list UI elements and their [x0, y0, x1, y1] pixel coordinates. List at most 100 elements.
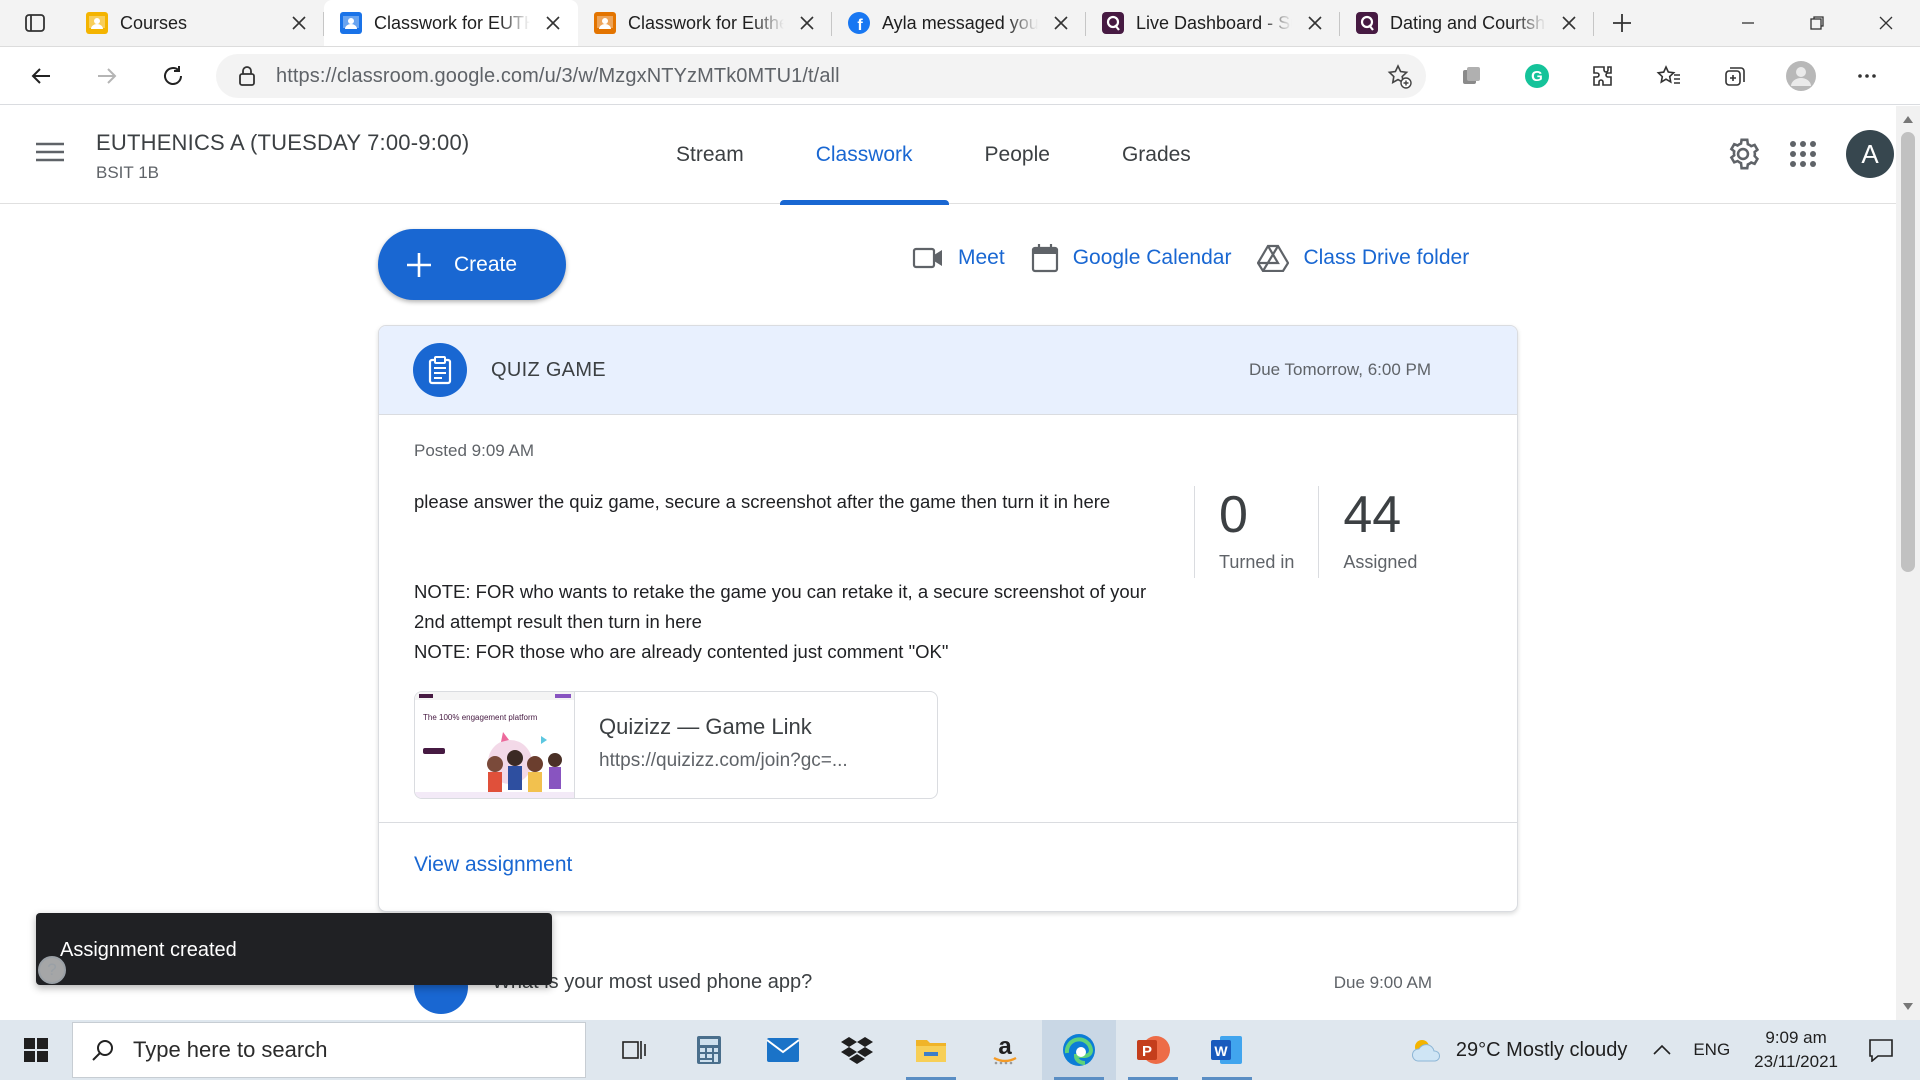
- browser-tab[interactable]: Live Dashboard - Su: [1086, 0, 1340, 46]
- browser-tab[interactable]: f Ayla messaged you: [832, 0, 1086, 46]
- assigned-stat[interactable]: 44 Assigned: [1319, 486, 1441, 578]
- tab-close-button[interactable]: [796, 12, 818, 34]
- tab-close-button[interactable]: [1304, 12, 1326, 34]
- taskbar-apps: a P W: [598, 1020, 1264, 1080]
- tab-stream[interactable]: Stream: [640, 106, 780, 204]
- svg-text:G: G: [1531, 68, 1543, 85]
- google-calendar-link[interactable]: Google Calendar: [1031, 243, 1232, 273]
- google-apps-button[interactable]: [1790, 141, 1816, 167]
- close-icon: [1054, 16, 1068, 30]
- attachment-url: https://quizizz.com/join?gc=...: [599, 750, 848, 771]
- word-app[interactable]: W: [1190, 1020, 1264, 1080]
- restore-button[interactable]: [1782, 0, 1851, 46]
- minimize-button[interactable]: [1713, 0, 1782, 46]
- turned-in-stat[interactable]: 0 Turned in: [1195, 486, 1320, 578]
- account-avatar[interactable]: A: [1846, 130, 1894, 178]
- chevron-up-icon: [1653, 1044, 1671, 1055]
- favorites-button[interactable]: [1636, 47, 1702, 105]
- profile-button[interactable]: [1768, 47, 1834, 105]
- drive-label: Class Drive folder: [1303, 246, 1470, 269]
- extensions-button[interactable]: [1570, 47, 1636, 105]
- puzzle-icon: [1593, 66, 1612, 86]
- assignment-card-header[interactable]: QUIZ GAME Due Tomorrow, 6:00 PM: [379, 326, 1517, 415]
- plus-icon: [1613, 14, 1631, 32]
- class-title[interactable]: EUTHENICS A (TUESDAY 7:00-9:00): [96, 130, 469, 156]
- tab-close-button[interactable]: [1558, 12, 1580, 34]
- create-button[interactable]: Create: [378, 229, 566, 300]
- link-attachment[interactable]: The 100% engagement platform Quizizz — G…: [414, 691, 938, 799]
- class-settings-button[interactable]: [1726, 137, 1760, 171]
- add-favorite-button[interactable]: [1386, 63, 1412, 89]
- tab-classwork[interactable]: Classwork: [779, 106, 949, 205]
- close-window-button[interactable]: [1851, 0, 1920, 46]
- tab-grades[interactable]: Grades: [1086, 106, 1227, 204]
- forward-button[interactable]: [74, 47, 140, 105]
- browser-tab-strip: Courses Classwork for EUTH Classwork for E…: [0, 0, 1920, 47]
- address-bar[interactable]: https://classroom.google.com/u/3/w/MzgxN…: [216, 54, 1426, 98]
- page-scrollbar[interactable]: [1896, 106, 1920, 1020]
- grammarly-button[interactable]: G: [1504, 47, 1570, 105]
- browser-toolbar: https://classroom.google.com/u/3/w/MzgxN…: [0, 47, 1920, 105]
- new-tab-button[interactable]: [1594, 0, 1650, 46]
- mail-icon: [766, 1038, 800, 1062]
- tab-close-button[interactable]: [1050, 12, 1072, 34]
- start-button[interactable]: [0, 1020, 72, 1080]
- snackbar: Assignment created: [36, 913, 552, 985]
- scrollbar-thumb[interactable]: [1901, 132, 1915, 572]
- scroll-down-arrow[interactable]: [1901, 1000, 1915, 1014]
- task-view-icon: [622, 1041, 646, 1059]
- dropbox-app[interactable]: [820, 1020, 894, 1080]
- weather-widget[interactable]: 29°C Mostly cloudy: [1410, 1037, 1627, 1063]
- tab-actions-button[interactable]: [0, 0, 70, 46]
- tab-title: Courses: [120, 12, 188, 33]
- meet-link[interactable]: Meet: [912, 246, 1005, 270]
- extension-button[interactable]: [1438, 47, 1504, 105]
- taskbar-search-box[interactable]: Type here to search: [72, 1022, 586, 1078]
- class-drive-folder-link[interactable]: Class Drive folder: [1257, 244, 1469, 272]
- turned-in-label: Turned in: [1219, 552, 1295, 572]
- browser-tab[interactable]: Classwork for Euthe: [578, 0, 832, 46]
- settings-menu-button[interactable]: [1834, 47, 1900, 105]
- svg-text:f: f: [857, 17, 863, 34]
- browser-tab[interactable]: Classwork for EUTH: [324, 0, 578, 46]
- collections-button[interactable]: [1702, 47, 1768, 105]
- tab-close-button[interactable]: [288, 12, 310, 34]
- help-icon[interactable]: ?: [38, 956, 66, 984]
- task-view-button[interactable]: [598, 1020, 672, 1080]
- close-icon: [1308, 16, 1322, 30]
- reload-icon: [164, 65, 182, 85]
- view-assignment-link[interactable]: View assignment: [414, 853, 572, 877]
- next-assignment-due: Due 9:00 AM: [1333, 973, 1432, 992]
- calendar-label: Google Calendar: [1072, 246, 1232, 269]
- quizizz-preview-image: The 100% engagement platform: [415, 692, 574, 798]
- attachment-title: Quizizz — Game Link: [599, 714, 812, 739]
- scroll-up-arrow[interactable]: [1901, 112, 1915, 126]
- tab-title: Classwork for EUTH: [374, 12, 530, 33]
- main-menu-button[interactable]: [36, 142, 64, 162]
- star-plus-icon: [1387, 64, 1412, 89]
- taskbar-clock[interactable]: 9:09 am 23/11/2021: [1754, 1026, 1838, 1074]
- calculator-app[interactable]: [672, 1020, 746, 1080]
- collections-icon: [1725, 67, 1745, 86]
- file-explorer-app[interactable]: [894, 1020, 968, 1080]
- url-text[interactable]: https://classroom.google.com/u/3/w/MzgxN…: [276, 65, 840, 88]
- browser-tab[interactable]: Courses: [70, 0, 324, 46]
- description-line: NOTE: FOR those who are already contente…: [414, 641, 949, 662]
- tab-close-button[interactable]: [542, 12, 564, 34]
- classroom-icon: [340, 12, 362, 34]
- tab-people[interactable]: People: [949, 106, 1086, 204]
- class-section: BSIT 1B: [96, 163, 159, 182]
- mail-app[interactable]: [746, 1020, 820, 1080]
- back-button[interactable]: [8, 47, 74, 105]
- notifications-button[interactable]: [1868, 1038, 1894, 1062]
- input-language[interactable]: ENG: [1693, 1040, 1730, 1060]
- tray-overflow-button[interactable]: [1653, 1044, 1671, 1056]
- reload-button[interactable]: [140, 47, 206, 105]
- browser-tab[interactable]: Dating and Courtsh: [1340, 0, 1594, 46]
- svg-text:a: a: [998, 1034, 1012, 1060]
- edge-app[interactable]: [1042, 1020, 1116, 1080]
- powerpoint-app[interactable]: P: [1116, 1020, 1190, 1080]
- amazon-app[interactable]: a: [968, 1020, 1042, 1080]
- search-placeholder: Type here to search: [133, 1037, 328, 1062]
- clock-date: 23/11/2021: [1754, 1052, 1838, 1071]
